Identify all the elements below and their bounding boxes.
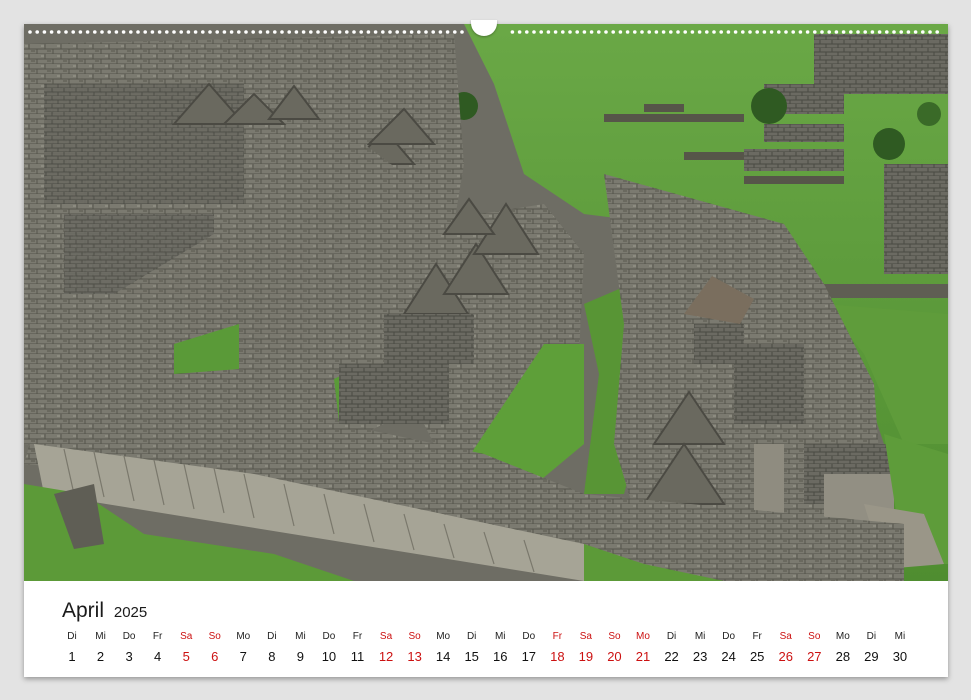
- day-cell: Do 3: [115, 631, 143, 664]
- weekday-label: Mi: [894, 631, 906, 642]
- day-number: 7: [239, 649, 247, 664]
- day-number: 30: [892, 649, 908, 664]
- day-cell: Mi 30: [886, 631, 914, 664]
- day-cell: Mo 21: [629, 631, 657, 664]
- day-cell: Mo 14: [429, 631, 457, 664]
- day-cell: Fr 25: [743, 631, 771, 664]
- day-number: 22: [664, 649, 679, 664]
- weekday-label: Fr: [752, 631, 762, 642]
- day-cell: Sa 26: [772, 631, 800, 664]
- day-number: 14: [435, 649, 451, 664]
- weekday-label: Mo: [236, 631, 251, 642]
- day-number: 4: [154, 649, 162, 664]
- day-cell: Mi 2: [87, 631, 115, 664]
- machu-picchu-photo: [24, 24, 948, 581]
- calendar-grid: April 2025 Di 1 Mi 2 Do 3 Fr 4 Sa 5 So 6 Mo 7 Di 8 Mi 9 Do…: [24, 581, 948, 677]
- weekday-label: Di: [267, 631, 277, 642]
- year-label: 2025: [113, 604, 148, 621]
- day-number: 13: [407, 649, 422, 664]
- day-number: 11: [350, 649, 365, 664]
- day-number: 27: [807, 649, 822, 664]
- day-number: 26: [778, 649, 793, 664]
- day-cell: So 13: [401, 631, 429, 664]
- weekday-label: Do: [322, 631, 336, 642]
- month-name: April: [62, 599, 105, 622]
- day-cell: So 20: [600, 631, 628, 664]
- weekday-label: Fr: [552, 631, 563, 642]
- day-number: 29: [864, 649, 879, 664]
- day-cell: Sa 5: [172, 631, 200, 664]
- weekday-label: Do: [122, 631, 136, 642]
- weekday-label: So: [808, 631, 821, 642]
- day-cell: Fr 18: [543, 631, 571, 664]
- day-cell: Mi 16: [486, 631, 514, 664]
- weekday-label: Do: [722, 631, 736, 642]
- day-cell: Do 24: [715, 631, 743, 664]
- day-number: 2: [96, 649, 105, 664]
- day-cell: Sa 12: [372, 631, 400, 664]
- weekday-label: So: [608, 631, 621, 642]
- day-cell: So 27: [800, 631, 828, 664]
- day-cell: So 6: [201, 631, 229, 664]
- day-number: 3: [125, 649, 133, 664]
- day-cell: Mi 9: [286, 631, 314, 664]
- day-number: 15: [464, 649, 479, 664]
- weekday-label: Mo: [636, 631, 650, 642]
- day-number: 5: [182, 649, 190, 664]
- day-cell: Do 10: [315, 631, 343, 664]
- day-cell: Mo 7: [229, 631, 257, 664]
- weekday-label: Di: [866, 631, 877, 642]
- weekday-label: Fr: [352, 631, 363, 642]
- weekday-label: Sa: [379, 631, 393, 642]
- day-number: 28: [835, 649, 851, 664]
- weekday-label: Di: [466, 631, 477, 642]
- weekday-label: Sa: [579, 631, 592, 642]
- weekday-label: Do: [522, 631, 536, 642]
- weekday-label: Mo: [835, 631, 850, 642]
- day-number: 8: [268, 649, 276, 664]
- day-cell: Do 17: [515, 631, 543, 664]
- day-cell: Di 8: [258, 631, 286, 664]
- day-cell: Di 1: [58, 631, 86, 664]
- day-number: 12: [378, 649, 394, 664]
- day-number: 20: [607, 649, 622, 664]
- weekday-label: So: [208, 631, 221, 642]
- calendar-page: April 2025 Di 1 Mi 2 Do 3 Fr 4 Sa 5 So 6 Mo 7 Di 8 Mi 9 Do…: [24, 20, 948, 677]
- weekday-label: Mi: [494, 631, 506, 642]
- day-number: 9: [296, 649, 304, 664]
- weekday-label: Sa: [779, 631, 792, 642]
- day-number: 25: [749, 649, 765, 664]
- weekday-label: Mi: [694, 631, 706, 642]
- weekday-label: Sa: [180, 631, 193, 642]
- month-title: April 2025: [62, 599, 147, 623]
- day-cell: Mi 23: [686, 631, 714, 664]
- day-cell: Fr 4: [144, 631, 172, 664]
- day-number: 23: [692, 649, 708, 664]
- day-number: 17: [521, 649, 537, 664]
- weekday-label: Mo: [436, 631, 451, 642]
- day-number: 6: [211, 649, 219, 664]
- day-number: 10: [321, 649, 337, 664]
- day-number: 1: [68, 649, 76, 664]
- day-cell: Fr 11: [344, 631, 372, 664]
- day-cell: Sa 19: [572, 631, 600, 664]
- weekday-label: Mi: [295, 631, 306, 642]
- day-number: 18: [550, 649, 565, 664]
- weekday-label: Di: [67, 631, 77, 642]
- day-cell: Mo 28: [829, 631, 857, 664]
- days-row: Di 1 Mi 2 Do 3 Fr 4 Sa 5 So 6 Mo 7 Di 8 Mi 9 Do 10 Fr 11 Sa 12 S…: [58, 631, 943, 671]
- day-cell: Di 22: [658, 631, 686, 664]
- weekday-label: Mi: [95, 631, 106, 642]
- day-number: 21: [635, 649, 651, 664]
- day-number: 24: [721, 649, 736, 664]
- weekday-label: So: [408, 631, 421, 642]
- day-cell: Di 29: [857, 631, 885, 664]
- weekday-label: Fr: [152, 631, 163, 642]
- day-number: 16: [493, 649, 508, 664]
- day-cell: Di 15: [458, 631, 486, 664]
- weekday-label: Di: [666, 631, 677, 642]
- day-number: 19: [578, 649, 594, 664]
